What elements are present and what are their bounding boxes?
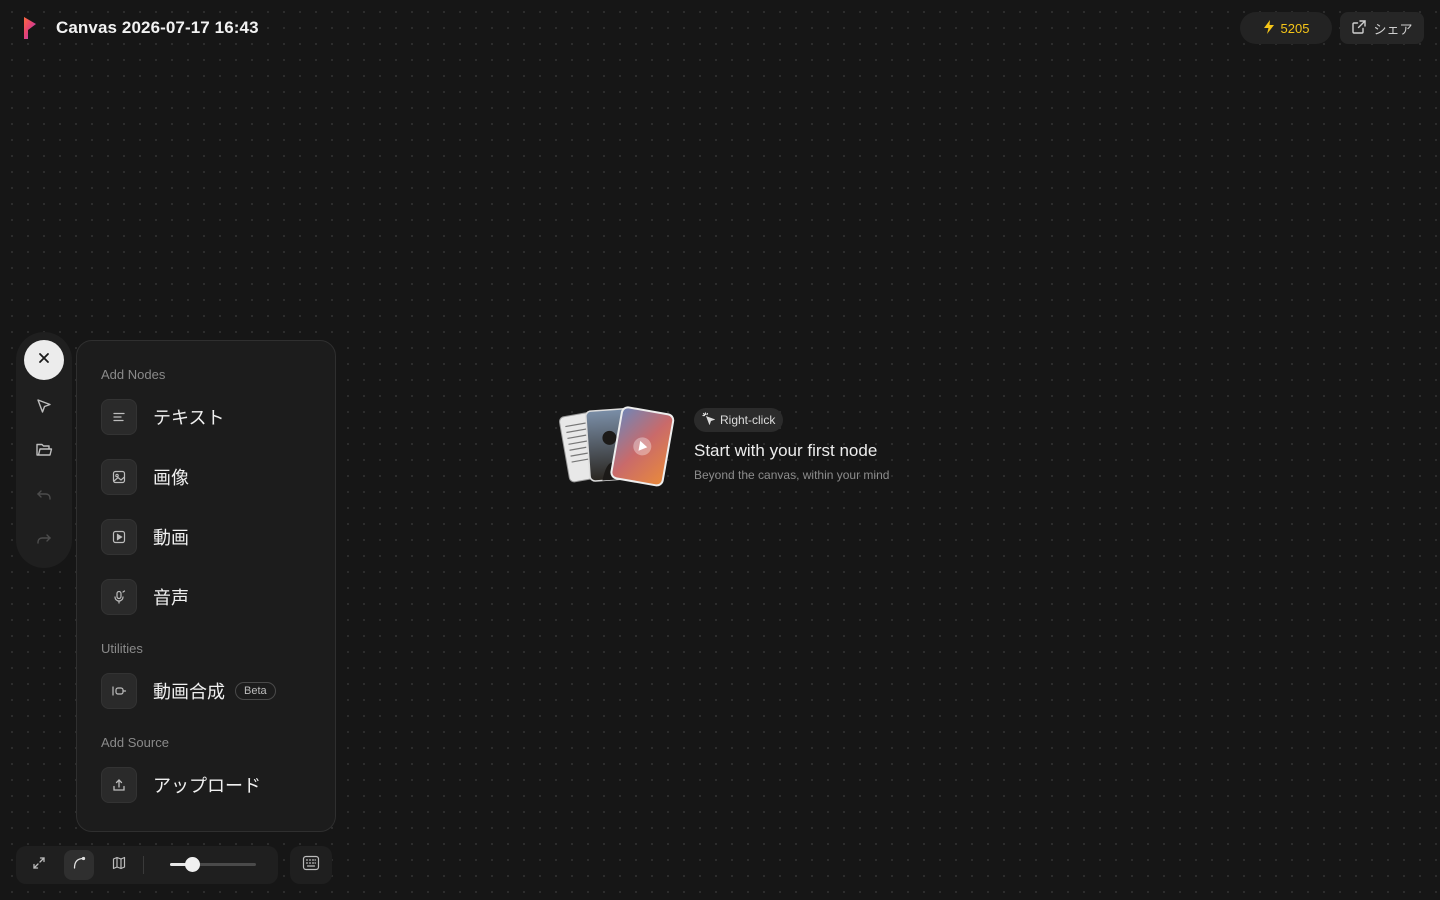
image-icon — [101, 459, 137, 495]
add-nodes-heading: Add Nodes — [101, 367, 166, 382]
share-label: シェア — [1373, 21, 1413, 37]
menu-item-label: 動画 — [153, 528, 189, 548]
zoom-slider[interactable] — [170, 857, 256, 872]
add-text-node[interactable]: テキスト — [101, 397, 313, 437]
right-click-label: Right-click — [720, 413, 776, 427]
video-icon — [101, 519, 137, 555]
select-tool-button[interactable] — [30, 394, 58, 422]
beta-badge: Beta — [235, 682, 276, 700]
curve-icon — [72, 856, 86, 875]
audio-icon — [101, 579, 137, 615]
click-icon — [702, 412, 716, 428]
add-audio-node[interactable]: 音声 — [101, 577, 313, 617]
empty-state-subtitle: Beyond the canvas, within your mind — [694, 468, 890, 482]
zoom-slider-thumb[interactable] — [184, 857, 200, 872]
add-video-compose-node[interactable]: 動画合成 Beta — [101, 671, 313, 711]
lightning-icon — [1263, 19, 1275, 37]
menu-item-label: 動画合成 — [153, 682, 225, 702]
right-click-hint: Right-click — [694, 408, 784, 432]
add-node-menu: Add Nodes テキスト 画像 動画 音声 Utilities 動画合成 B… — [76, 340, 336, 832]
menu-item-label: アップロード — [153, 776, 261, 796]
keyboard-shortcuts-button[interactable] — [290, 846, 332, 884]
video-compose-icon — [101, 673, 137, 709]
add-image-node[interactable]: 画像 — [101, 457, 313, 497]
upload-source[interactable]: アップロード — [101, 765, 313, 805]
undo-button[interactable] — [30, 482, 58, 510]
open-folder-button[interactable] — [30, 438, 58, 466]
external-link-icon — [1351, 19, 1367, 38]
share-button[interactable]: シェア — [1340, 12, 1424, 44]
expand-icon — [32, 856, 46, 875]
map-icon — [112, 856, 126, 875]
redo-button[interactable] — [30, 526, 58, 554]
minimap-button[interactable] — [104, 850, 134, 880]
text-icon — [101, 399, 137, 435]
keyboard-icon — [302, 855, 320, 876]
menu-item-label: 画像 — [153, 468, 189, 488]
upload-icon — [101, 767, 137, 803]
credits-button[interactable]: 5205 — [1240, 12, 1332, 44]
undo-icon — [35, 485, 53, 508]
menu-item-label: 音声 — [153, 588, 189, 608]
pointer-icon — [35, 397, 53, 420]
menu-item-label: テキスト — [153, 408, 225, 428]
empty-state-title: Start with your first node — [694, 441, 878, 460]
close-menu-button[interactable] — [24, 340, 64, 380]
canvas-title[interactable]: Canvas 2026-07-17 16:43 — [56, 18, 259, 38]
folder-icon — [35, 441, 53, 464]
fit-view-button[interactable] — [24, 850, 54, 880]
empty-state-illustration — [558, 402, 676, 490]
edge-style-button[interactable] — [64, 850, 94, 880]
add-source-heading: Add Source — [101, 735, 169, 750]
utilities-heading: Utilities — [101, 641, 143, 656]
redo-icon — [35, 529, 53, 552]
add-video-node[interactable]: 動画 — [101, 517, 313, 557]
credits-value: 5205 — [1280, 20, 1310, 36]
app-logo[interactable] — [18, 14, 42, 42]
toolbar-divider — [143, 856, 144, 874]
close-icon — [38, 351, 50, 369]
